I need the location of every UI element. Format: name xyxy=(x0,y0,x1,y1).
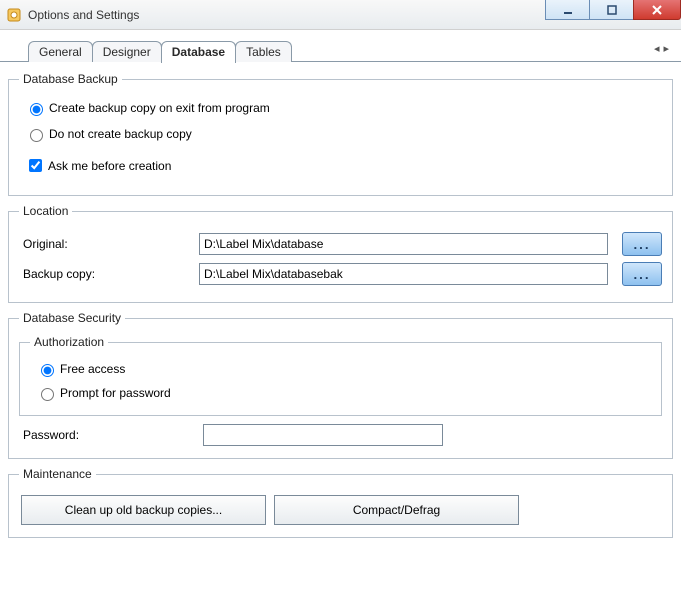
original-label: Original: xyxy=(19,237,199,251)
maximize-button[interactable] xyxy=(589,0,634,20)
radio-free-access[interactable] xyxy=(41,364,54,377)
group-maintenance: Maintenance Clean up old backup copies..… xyxy=(8,467,673,538)
check-ask-before-label: Ask me before creation xyxy=(48,159,171,173)
browse-backup-button[interactable]: ... xyxy=(622,262,662,286)
radio-free-access-label: Free access xyxy=(60,362,125,376)
tabstrip: General Designer Database Tables ◂ ▸ xyxy=(0,30,681,62)
group-backup: Database Backup Create backup copy on ex… xyxy=(8,72,673,196)
original-path-input[interactable] xyxy=(199,233,608,255)
group-security: Database Security Authorization Free acc… xyxy=(8,311,673,459)
password-input[interactable] xyxy=(203,424,443,446)
password-label: Password: xyxy=(23,428,203,442)
tab-content: Database Backup Create backup copy on ex… xyxy=(0,62,681,554)
tab-general[interactable]: General xyxy=(28,41,93,62)
group-maintenance-legend: Maintenance xyxy=(19,467,96,481)
tab-designer[interactable]: Designer xyxy=(92,41,162,62)
titlebar: Options and Settings xyxy=(0,0,681,30)
window-controls xyxy=(546,0,681,20)
group-location: Location Original: ... Backup copy: ... xyxy=(8,204,673,303)
group-authorization: Authorization Free access Prompt for pas… xyxy=(19,335,662,416)
radio-no-backup-label: Do not create backup copy xyxy=(49,127,192,141)
tab-scroll-left-icon[interactable]: ◂ xyxy=(654,42,660,55)
close-button[interactable] xyxy=(633,0,681,20)
browse-original-button[interactable]: ... xyxy=(622,232,662,256)
radio-prompt-password[interactable] xyxy=(41,388,54,401)
tab-database[interactable]: Database xyxy=(161,41,236,63)
backup-path-input[interactable] xyxy=(199,263,608,285)
group-authorization-legend: Authorization xyxy=(30,335,108,349)
check-ask-before[interactable] xyxy=(29,159,42,172)
group-backup-legend: Database Backup xyxy=(19,72,122,86)
group-security-legend: Database Security xyxy=(19,311,125,325)
group-location-legend: Location xyxy=(19,204,72,218)
backup-label: Backup copy: xyxy=(19,267,199,281)
tab-tables[interactable]: Tables xyxy=(235,41,292,62)
radio-create-backup-label: Create backup copy on exit from program xyxy=(49,101,270,115)
radio-prompt-password-label: Prompt for password xyxy=(60,386,171,400)
tab-scroll-right-icon[interactable]: ▸ xyxy=(663,42,669,55)
tab-scroll-arrows: ◂ ▸ xyxy=(654,42,669,55)
compact-button[interactable]: Compact/Defrag xyxy=(274,495,519,525)
radio-create-backup[interactable] xyxy=(30,103,43,116)
app-icon xyxy=(6,7,22,23)
radio-no-backup[interactable] xyxy=(30,129,43,142)
minimize-button[interactable] xyxy=(545,0,590,20)
cleanup-button[interactable]: Clean up old backup copies... xyxy=(21,495,266,525)
window-title: Options and Settings xyxy=(28,8,139,22)
